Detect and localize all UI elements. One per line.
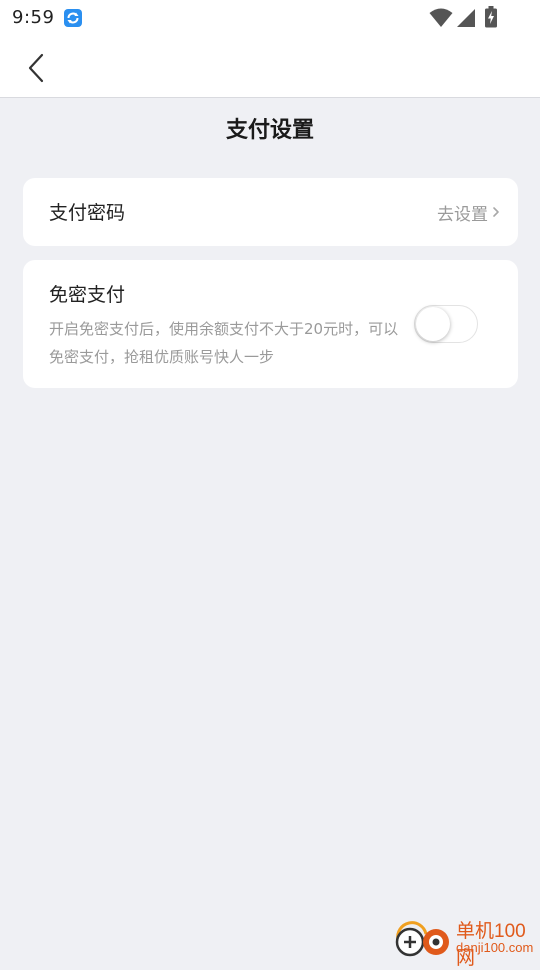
- watermark-url: danji100.com: [456, 940, 534, 955]
- back-button[interactable]: [18, 50, 54, 86]
- page-title: 支付设置: [225, 118, 314, 143]
- password-free-label: 免密支付: [49, 284, 126, 306]
- set-password-link[interactable]: 去设置: [437, 200, 488, 225]
- site-watermark: 单机100网 danji100.com: [390, 914, 540, 969]
- payment-password-row[interactable]: 支付密码 去设置: [23, 178, 518, 246]
- password-free-toggle[interactable]: [414, 305, 478, 343]
- status-bar: 9:59: [0, 0, 540, 40]
- app-notification-icon: [64, 9, 82, 27]
- payment-password-label: 支付密码: [49, 202, 126, 224]
- watermark-logo-icon: [390, 918, 456, 958]
- signal-icon: [456, 8, 476, 28]
- password-free-payment-card: 免密支付 开启免密支付后，使用余额支付不大于20元时，可以免密支付，抢租优质账号…: [23, 260, 518, 388]
- chevron-left-icon: [28, 53, 44, 83]
- status-time: 9:59: [12, 7, 55, 28]
- navigation-bar: [0, 40, 540, 98]
- chevron-right-icon: [492, 204, 500, 218]
- wifi-icon: [429, 8, 453, 28]
- toggle-knob: [416, 307, 450, 341]
- password-free-description: 开启免密支付后，使用余额支付不大于20元时，可以免密支付，抢租优质账号快人一步: [49, 320, 399, 366]
- battery-charging-icon: [484, 6, 498, 28]
